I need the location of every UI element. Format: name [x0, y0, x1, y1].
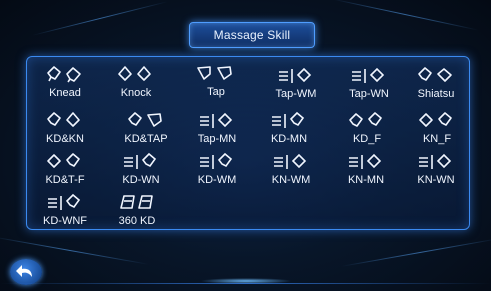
- massage-skill-screen: Massage Skill Knead Knock Tap Tap-WM Tap…: [0, 0, 491, 291]
- skill-label: Tap-MN: [197, 133, 237, 145]
- 360-kd-hands-icon: [120, 195, 153, 209]
- skill-button-tap-mn[interactable]: Tap-MN: [181, 111, 253, 151]
- skill-button-kn-wn[interactable]: KN-WN: [400, 152, 472, 192]
- skill-label: Knock: [120, 87, 152, 99]
- knead-hands-icon: [47, 66, 81, 83]
- skill-button-kn-f[interactable]: KN_F: [401, 111, 473, 151]
- skill-button-kd-t-f[interactable]: KD&T-F: [29, 152, 101, 192]
- skill-button-knock[interactable]: Knock: [100, 65, 172, 105]
- skill-button-360-kd[interactable]: 360 KD: [101, 193, 173, 233]
- skill-label: KD-WNF: [43, 215, 87, 227]
- skill-button-tap-wm[interactable]: Tap-WM: [260, 66, 332, 106]
- skill-label: KD-MN: [270, 133, 308, 145]
- skill-button-knead[interactable]: Knead: [29, 65, 101, 105]
- back-arrow-icon: [16, 265, 32, 277]
- skill-label: KD&T-F: [45, 174, 85, 186]
- skill-label: Shiatsu: [417, 88, 455, 100]
- skill-button-kn-mn[interactable]: KN-MN: [330, 152, 402, 192]
- skill-label: 360 KD: [118, 215, 156, 227]
- kd-t-f-hands-icon: [47, 153, 80, 168]
- skill-button-tap-wn[interactable]: Tap-WN: [333, 66, 405, 106]
- bottom-divider: [0, 283, 491, 284]
- skill-label: KD-WN: [122, 174, 160, 186]
- back-button[interactable]: [10, 259, 42, 285]
- skill-label: KN-WN: [417, 174, 455, 186]
- skill-label: KN_F: [422, 133, 452, 145]
- skill-button-kd-mn[interactable]: KD-MN: [253, 111, 325, 151]
- skill-label: KD_F: [352, 133, 382, 145]
- kd-mn-icon: [272, 111, 305, 128]
- skill-label: KD-WM: [197, 174, 237, 186]
- skill-button-kd-tap[interactable]: KD&TAP: [110, 111, 182, 151]
- skill-label: Tap-WN: [349, 88, 389, 100]
- kd-kn-hands-icon: [47, 112, 80, 127]
- skill-button-kd-kn[interactable]: KD&KN: [29, 111, 101, 151]
- skill-button-kd-f[interactable]: KD_F: [331, 111, 403, 151]
- skill-button-shiatsu[interactable]: Shiatsu: [400, 66, 472, 106]
- background-streak: [341, 238, 491, 267]
- kn-wn-icon: [419, 153, 452, 169]
- skill-button-kd-wn[interactable]: KD-WN: [105, 152, 177, 192]
- skill-label: Tap: [207, 86, 225, 98]
- tap-wn-icon: [352, 67, 385, 83]
- kd-wn-icon: [124, 152, 157, 169]
- skill-label: KN-WM: [271, 174, 311, 186]
- page-title: Massage Skill: [189, 22, 315, 48]
- kd-tap-hands-icon: [128, 112, 162, 127]
- skill-button-kd-wnf[interactable]: KD-WNF: [29, 193, 101, 233]
- shiatsu-hands-icon: [418, 67, 452, 82]
- knock-hands-icon: [118, 66, 151, 81]
- background-streak: [331, 0, 479, 31]
- kn-f-hands-icon: [419, 112, 452, 127]
- background-streak: [31, 1, 169, 36]
- skill-button-kd-wm[interactable]: KD-WM: [181, 152, 253, 192]
- skill-label: Knead: [49, 87, 81, 99]
- tap-mn-icon: [200, 112, 233, 128]
- kd-wm-icon: [200, 152, 233, 169]
- kd-wnf-icon: [48, 193, 81, 210]
- kn-mn-icon: [349, 153, 382, 169]
- kd-f-hands-icon: [349, 112, 382, 127]
- skill-label: KN-MN: [347, 174, 385, 186]
- skill-label: Tap-WM: [275, 88, 317, 100]
- skill-button-tap[interactable]: Tap: [180, 64, 252, 104]
- skill-label: KD&TAP: [124, 133, 168, 145]
- tap-wm-icon: [279, 67, 312, 83]
- tap-hands-icon: [197, 66, 232, 80]
- skill-label: KD&KN: [46, 133, 84, 145]
- skill-button-kn-wm[interactable]: KN-WM: [255, 152, 327, 192]
- kn-wm-icon: [274, 153, 307, 169]
